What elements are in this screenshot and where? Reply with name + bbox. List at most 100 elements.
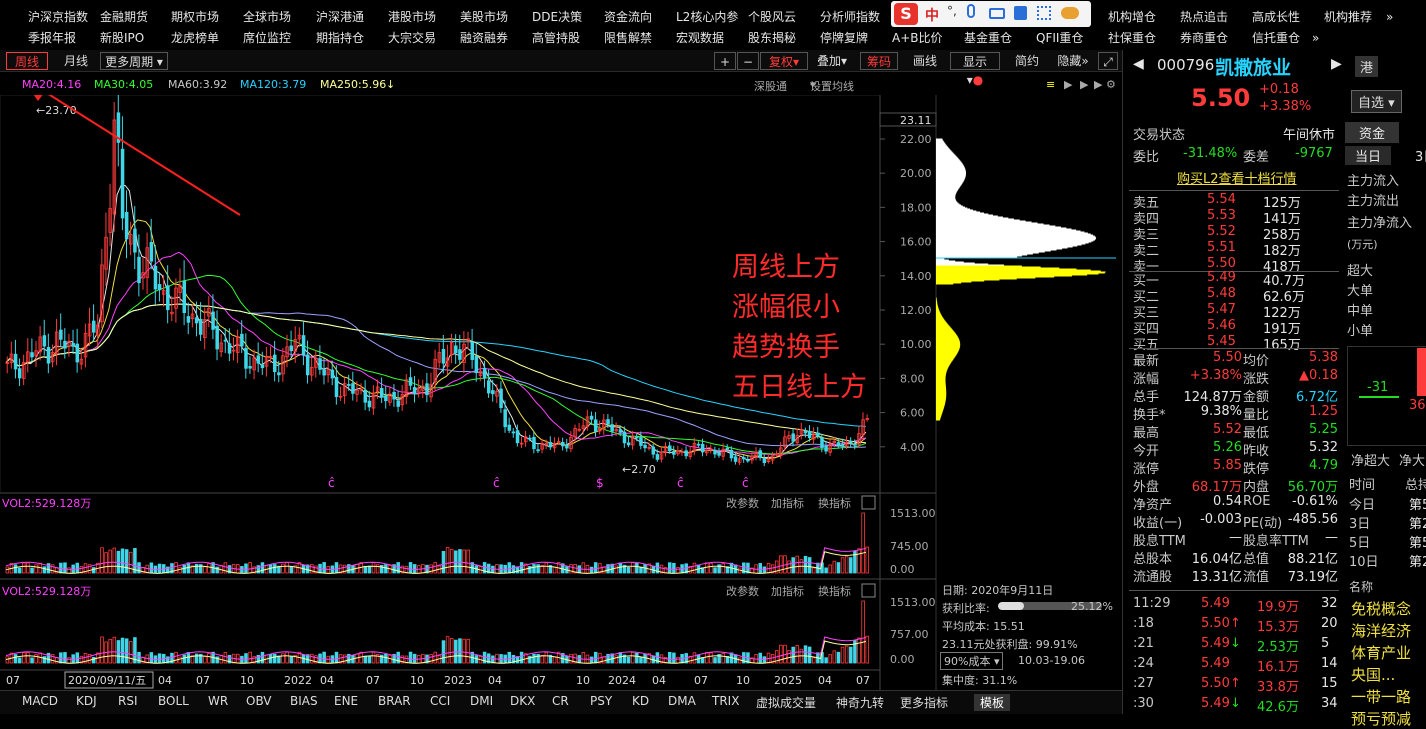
vol-close-icon[interactable] <box>861 495 876 510</box>
fullscreen-icon[interactable]: ⤢ <box>1098 52 1118 70</box>
menu-item[interactable]: L2核心内参 <box>676 7 738 27</box>
tab-week[interactable]: 周线 <box>6 52 48 70</box>
chip-gear-icon[interactable]: ⚙ <box>1106 78 1116 91</box>
three-day-tab[interactable]: 3日 <box>1415 146 1426 165</box>
indicator-tab-obv[interactable]: OBV <box>246 694 272 708</box>
menu-more-icon[interactable]: » <box>1312 28 1319 48</box>
menu-item[interactable]: 股东揭秘 <box>748 28 796 48</box>
indicator-tab-rsi[interactable]: RSI <box>118 694 138 708</box>
today-tab[interactable]: 当日 <box>1345 146 1392 165</box>
menu-item[interactable]: 基金重仓 <box>964 28 1012 48</box>
chip-gray-icon-2[interactable]: ▶ <box>1080 78 1088 91</box>
ime-grid-icon[interactable] <box>1037 6 1051 20</box>
indicator-tab-trix[interactable]: TRIX <box>712 694 739 708</box>
concept-item[interactable]: 海洋经济 <box>1351 620 1411 641</box>
prev-stock-icon[interactable]: ◀ <box>1133 56 1144 72</box>
indicator-tab-psy[interactable]: PSY <box>590 694 612 708</box>
bid-price[interactable]: 5.49 <box>1207 270 1236 285</box>
concept-item[interactable]: 央国... <box>1351 664 1395 685</box>
indicator-tab-dmi[interactable]: DMI <box>470 694 493 708</box>
menu-item[interactable]: 大宗交易 <box>388 28 436 48</box>
ask-price[interactable]: 5.52 <box>1207 224 1236 239</box>
menu-item[interactable]: 停牌复牌 <box>820 28 868 48</box>
menu-item[interactable]: 资金流向 <box>604 7 652 27</box>
menu-item[interactable]: 分析师指数 <box>820 7 880 27</box>
menu-item[interactable]: 席位监控 <box>243 28 291 48</box>
indicator-tab-bias[interactable]: BIAS <box>290 694 318 708</box>
bid-price[interactable]: 5.48 <box>1207 286 1236 301</box>
ime-punct-icon[interactable]: °, <box>947 4 957 18</box>
indicator-tab-brar[interactable]: BRAR <box>378 694 411 708</box>
menu-item[interactable]: 券商重仓 <box>1180 28 1228 48</box>
menu-item[interactable]: 期权市场 <box>171 7 219 27</box>
menu-item[interactable]: 机构推荐 <box>1324 7 1372 27</box>
chip-gray-icon[interactable]: ▶ <box>1064 78 1072 91</box>
menu-item[interactable]: A+B比价 <box>892 28 943 48</box>
indicator-tab-cr[interactable]: CR <box>552 694 569 708</box>
menu-item[interactable]: 个股风云 <box>748 7 796 27</box>
menu-item[interactable]: 新股IPO <box>100 28 144 48</box>
vol-button-1[interactable]: 加指标 <box>771 496 804 510</box>
menu-item[interactable]: 高管持股 <box>532 28 580 48</box>
menu-item[interactable]: 热点追击 <box>1180 7 1228 27</box>
zoom-out-button[interactable]: − <box>737 52 759 70</box>
ime-keyboard-icon[interactable] <box>989 8 1005 19</box>
indicator-tab-神奇九转[interactable]: 神奇九转 <box>836 694 884 711</box>
bid-price[interactable]: 5.46 <box>1207 318 1236 333</box>
overlay-button[interactable]: 叠加▾ <box>810 52 854 70</box>
hk-badge[interactable]: 港 <box>1355 56 1379 77</box>
menu-item[interactable]: 社保重仓 <box>1108 28 1156 48</box>
indicator-tab-模板[interactable]: 模板 <box>974 694 1011 711</box>
vol-button-1[interactable]: 加指标 <box>771 584 804 598</box>
indicator-tab-ene[interactable]: ENE <box>334 694 358 708</box>
indicator-tab-boll[interactable]: BOLL <box>158 694 189 708</box>
indicator-tab-dma[interactable]: DMA <box>668 694 696 708</box>
watchlist-button[interactable]: 自选 ▾ <box>1351 90 1402 113</box>
indicator-tab-cci[interactable]: CCI <box>430 694 450 708</box>
chip-gray-icon-3[interactable]: ▶ <box>1094 78 1102 91</box>
vol-button-2[interactable]: 换指标 <box>818 584 851 598</box>
indicator-tab-dkx[interactable]: DKX <box>510 694 535 708</box>
indicator-tab-wr[interactable]: WR <box>208 694 228 708</box>
ime-skin-icon[interactable] <box>1061 7 1079 19</box>
ask-price[interactable]: 5.50 <box>1207 256 1236 271</box>
menu-item[interactable]: 沪深港通 <box>316 7 364 27</box>
menu-item[interactable]: QFII重仓 <box>1036 28 1083 48</box>
menu-item[interactable]: 限售解禁 <box>604 28 652 48</box>
menu-item[interactable]: 融资融券 <box>460 28 508 48</box>
chips-button[interactable]: 筹码 <box>860 52 898 70</box>
concept-item[interactable]: 体育产业 <box>1351 642 1411 663</box>
display-button[interactable]: 显示▾● <box>950 52 1000 87</box>
vol-close-icon[interactable] <box>861 583 876 598</box>
menu-item[interactable]: 沪深京指数 <box>28 7 88 27</box>
bid-price[interactable]: 5.47 <box>1207 302 1236 317</box>
menu-item[interactable]: 信托重仓 <box>1252 28 1300 48</box>
menu-item[interactable]: 美股市场 <box>460 7 508 27</box>
concept-item[interactable]: 预亏预减 <box>1351 708 1411 729</box>
vol-button-0[interactable]: 改参数 <box>726 496 759 510</box>
menu-item[interactable]: 港股市场 <box>388 7 436 27</box>
indicator-tab-虚拟成交量[interactable]: 虚拟成交量 <box>756 694 816 711</box>
menu-item[interactable]: 金融期货 <box>100 7 148 27</box>
simple-button[interactable]: 简约 <box>1008 52 1046 70</box>
ime-lang[interactable]: 中 <box>925 5 939 25</box>
menu-more-icon[interactable]: » <box>1386 7 1393 27</box>
next-stock-icon[interactable]: ▶ <box>1331 56 1342 72</box>
concept-item[interactable]: 免税概念 <box>1351 598 1411 619</box>
l2-link[interactable]: 购买L2查看十档行情 <box>1177 168 1297 187</box>
menu-item[interactable]: 全球市场 <box>243 7 291 27</box>
ask-price[interactable]: 5.51 <box>1207 240 1236 255</box>
ask-price[interactable]: 5.53 <box>1207 208 1236 223</box>
ime-shirt-icon[interactable] <box>1014 6 1027 20</box>
zoom-in-button[interactable]: + <box>714 52 736 70</box>
ime-mic-icon[interactable] <box>967 4 975 18</box>
cost-select[interactable]: 90%成本 ▾ <box>940 652 1004 670</box>
chip-yellow-icon[interactable]: ≡ <box>1046 78 1055 91</box>
concept-item[interactable]: 一带一路 <box>1351 686 1411 707</box>
fund-tab[interactable]: 资金 <box>1345 122 1400 143</box>
indicator-tab-macd[interactable]: MACD <box>22 694 58 708</box>
restore-rights-button[interactable]: 复权▾ <box>760 52 808 70</box>
ask-price[interactable]: 5.54 <box>1207 192 1236 207</box>
menu-item[interactable]: 高成长性 <box>1252 7 1300 27</box>
indicator-tab-kd[interactable]: KD <box>632 694 649 708</box>
